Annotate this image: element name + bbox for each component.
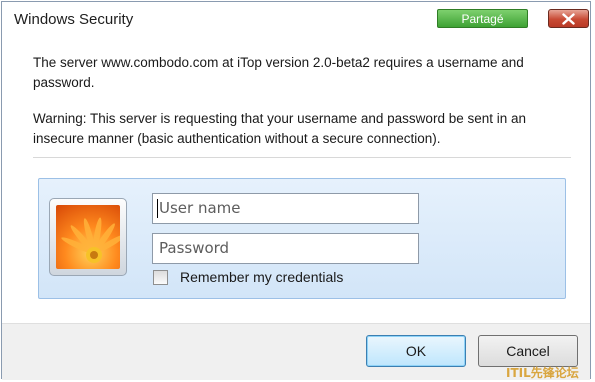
- user-tile: [49, 198, 127, 276]
- remember-checkbox[interactable]: [153, 270, 168, 285]
- cancel-button[interactable]: Cancel: [478, 335, 578, 367]
- security-warning: Warning: This server is requesting that …: [33, 111, 527, 146]
- divider: [33, 157, 571, 158]
- title-bar[interactable]: Windows Security Partagé: [2, 2, 590, 36]
- dialog-title: Windows Security: [14, 11, 134, 28]
- share-badge[interactable]: Partagé: [437, 9, 528, 28]
- close-button[interactable]: [548, 9, 589, 28]
- username-placeholder: User name: [159, 199, 241, 217]
- close-icon: [562, 13, 575, 25]
- user-avatar: [56, 205, 120, 269]
- windows-security-dialog: Windows Security Partagé The server www.…: [1, 1, 591, 380]
- text-caret: [157, 199, 158, 218]
- server-message: The server www.combodo.com at iTop versi…: [33, 55, 524, 90]
- button-bar: OK Cancel: [2, 323, 590, 380]
- ok-button[interactable]: OK: [366, 335, 466, 367]
- remember-label[interactable]: Remember my credentials: [180, 269, 343, 285]
- username-field[interactable]: User name: [152, 193, 419, 224]
- watermark: ITIL先锋论坛: [506, 366, 579, 380]
- flower-icon: [56, 205, 120, 269]
- password-field[interactable]: Password: [152, 233, 419, 264]
- credential-panel: User name Password Remember my credentia…: [38, 178, 566, 299]
